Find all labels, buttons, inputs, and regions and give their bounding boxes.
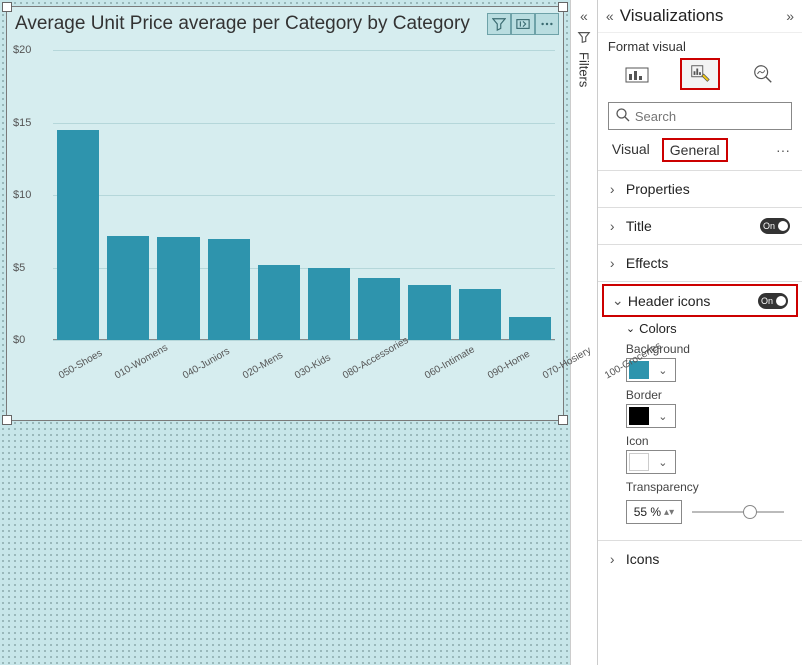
chevron-right-icon: › xyxy=(610,551,622,567)
search-input[interactable] xyxy=(608,102,792,130)
focus-mode-icon[interactable] xyxy=(511,13,535,35)
x-tick-label: 080-Accessories xyxy=(341,335,411,381)
bar[interactable] xyxy=(57,130,99,340)
y-tick-label: $20 xyxy=(13,44,31,56)
bar-chart: $0$5$10$15$20 050-Shoes010-Womens040-Jun… xyxy=(53,45,555,375)
analytics-button[interactable] xyxy=(743,58,783,90)
x-tick-label: 020-Mens xyxy=(241,350,285,382)
chevron-left-icon[interactable]: « xyxy=(606,8,614,24)
y-tick-label: $0 xyxy=(13,334,25,346)
stepper-icon[interactable]: ▴▾ xyxy=(664,507,674,518)
filters-label: Filters xyxy=(576,52,591,87)
icon-color-picker[interactable]: ⌄ xyxy=(626,450,676,474)
format-visual-button[interactable] xyxy=(680,58,720,90)
x-tick-label: 040-Juniors xyxy=(181,346,232,382)
more-options-icon[interactable] xyxy=(535,13,559,35)
resize-handle-tr[interactable] xyxy=(558,2,568,12)
chevron-right-icon: › xyxy=(610,181,622,197)
header-icons-toggle[interactable]: On xyxy=(758,293,788,309)
pane-title: Visualizations xyxy=(620,6,787,26)
search-field[interactable] xyxy=(608,102,792,130)
bar[interactable] xyxy=(358,278,400,340)
search-icon xyxy=(615,107,631,123)
group-effects[interactable]: › Effects xyxy=(598,247,802,279)
resize-handle-tl[interactable] xyxy=(2,2,12,12)
transparency-label: Transparency xyxy=(626,480,784,494)
bar[interactable] xyxy=(208,239,250,341)
x-tick-label: 060-Intimate xyxy=(423,344,477,381)
build-visual-button[interactable] xyxy=(617,58,657,90)
chevron-down-icon: ⌄ xyxy=(626,322,635,335)
border-color-picker[interactable]: ⌄ xyxy=(626,404,676,428)
filter-icon[interactable] xyxy=(487,13,511,35)
chevron-right-icon: › xyxy=(610,218,622,234)
bar[interactable] xyxy=(308,268,350,341)
group-properties[interactable]: › Properties xyxy=(598,173,802,205)
pane-subtitle: Format visual xyxy=(598,33,802,56)
visual-container[interactable]: Average Unit Price average per Category … xyxy=(6,6,564,421)
bar[interactable] xyxy=(157,237,199,340)
filter-pane-icon xyxy=(577,30,591,44)
tab-visual[interactable]: Visual xyxy=(610,139,652,161)
group-icons[interactable]: › Icons xyxy=(598,543,802,575)
resize-handle-bl[interactable] xyxy=(2,415,12,425)
bar[interactable] xyxy=(107,236,149,340)
more-tabs-icon[interactable]: ··· xyxy=(776,142,790,158)
y-tick-label: $10 xyxy=(13,189,31,201)
y-tick-label: $15 xyxy=(13,117,31,129)
chevron-down-icon: ⌄ xyxy=(651,364,675,377)
subgroup-colors[interactable]: ⌄ Colors xyxy=(626,321,784,336)
x-tick-label: 050-Shoes xyxy=(57,348,104,382)
transparency-slider[interactable] xyxy=(692,502,784,522)
bar[interactable] xyxy=(408,285,450,340)
visual-title: Average Unit Price average per Category … xyxy=(15,13,487,35)
chevron-down-icon: ⌄ xyxy=(612,292,624,309)
chevron-down-icon: ⌄ xyxy=(651,410,675,423)
icon-label: Icon xyxy=(626,434,784,448)
transparency-input[interactable]: 55 % ▴▾ xyxy=(626,500,682,524)
filters-pane-collapsed[interactable]: « Filters xyxy=(570,0,598,665)
chevron-left-icon: « xyxy=(580,8,588,24)
group-title[interactable]: › Title On xyxy=(598,210,802,242)
group-header-icons[interactable]: ⌄ Header icons On xyxy=(602,284,798,317)
chevron-down-icon: ⌄ xyxy=(651,456,675,469)
visualizations-pane: « Visualizations » Format visual Visual … xyxy=(598,0,802,665)
x-tick-label: 010-Womens xyxy=(113,342,170,381)
x-tick-label: 090-Home xyxy=(486,349,532,382)
x-tick-label: 030-Kids xyxy=(293,352,333,381)
bar[interactable] xyxy=(459,289,501,340)
bar[interactable] xyxy=(509,317,551,340)
report-canvas[interactable]: Average Unit Price average per Category … xyxy=(0,0,570,665)
title-toggle[interactable]: On xyxy=(760,218,790,234)
y-tick-label: $5 xyxy=(13,262,25,274)
tab-general[interactable]: General xyxy=(662,138,728,162)
chevron-right-icon: › xyxy=(610,255,622,271)
bar[interactable] xyxy=(258,265,300,340)
resize-handle-br[interactable] xyxy=(558,415,568,425)
border-label: Border xyxy=(626,388,784,402)
chevron-right-icon[interactable]: » xyxy=(786,8,794,24)
